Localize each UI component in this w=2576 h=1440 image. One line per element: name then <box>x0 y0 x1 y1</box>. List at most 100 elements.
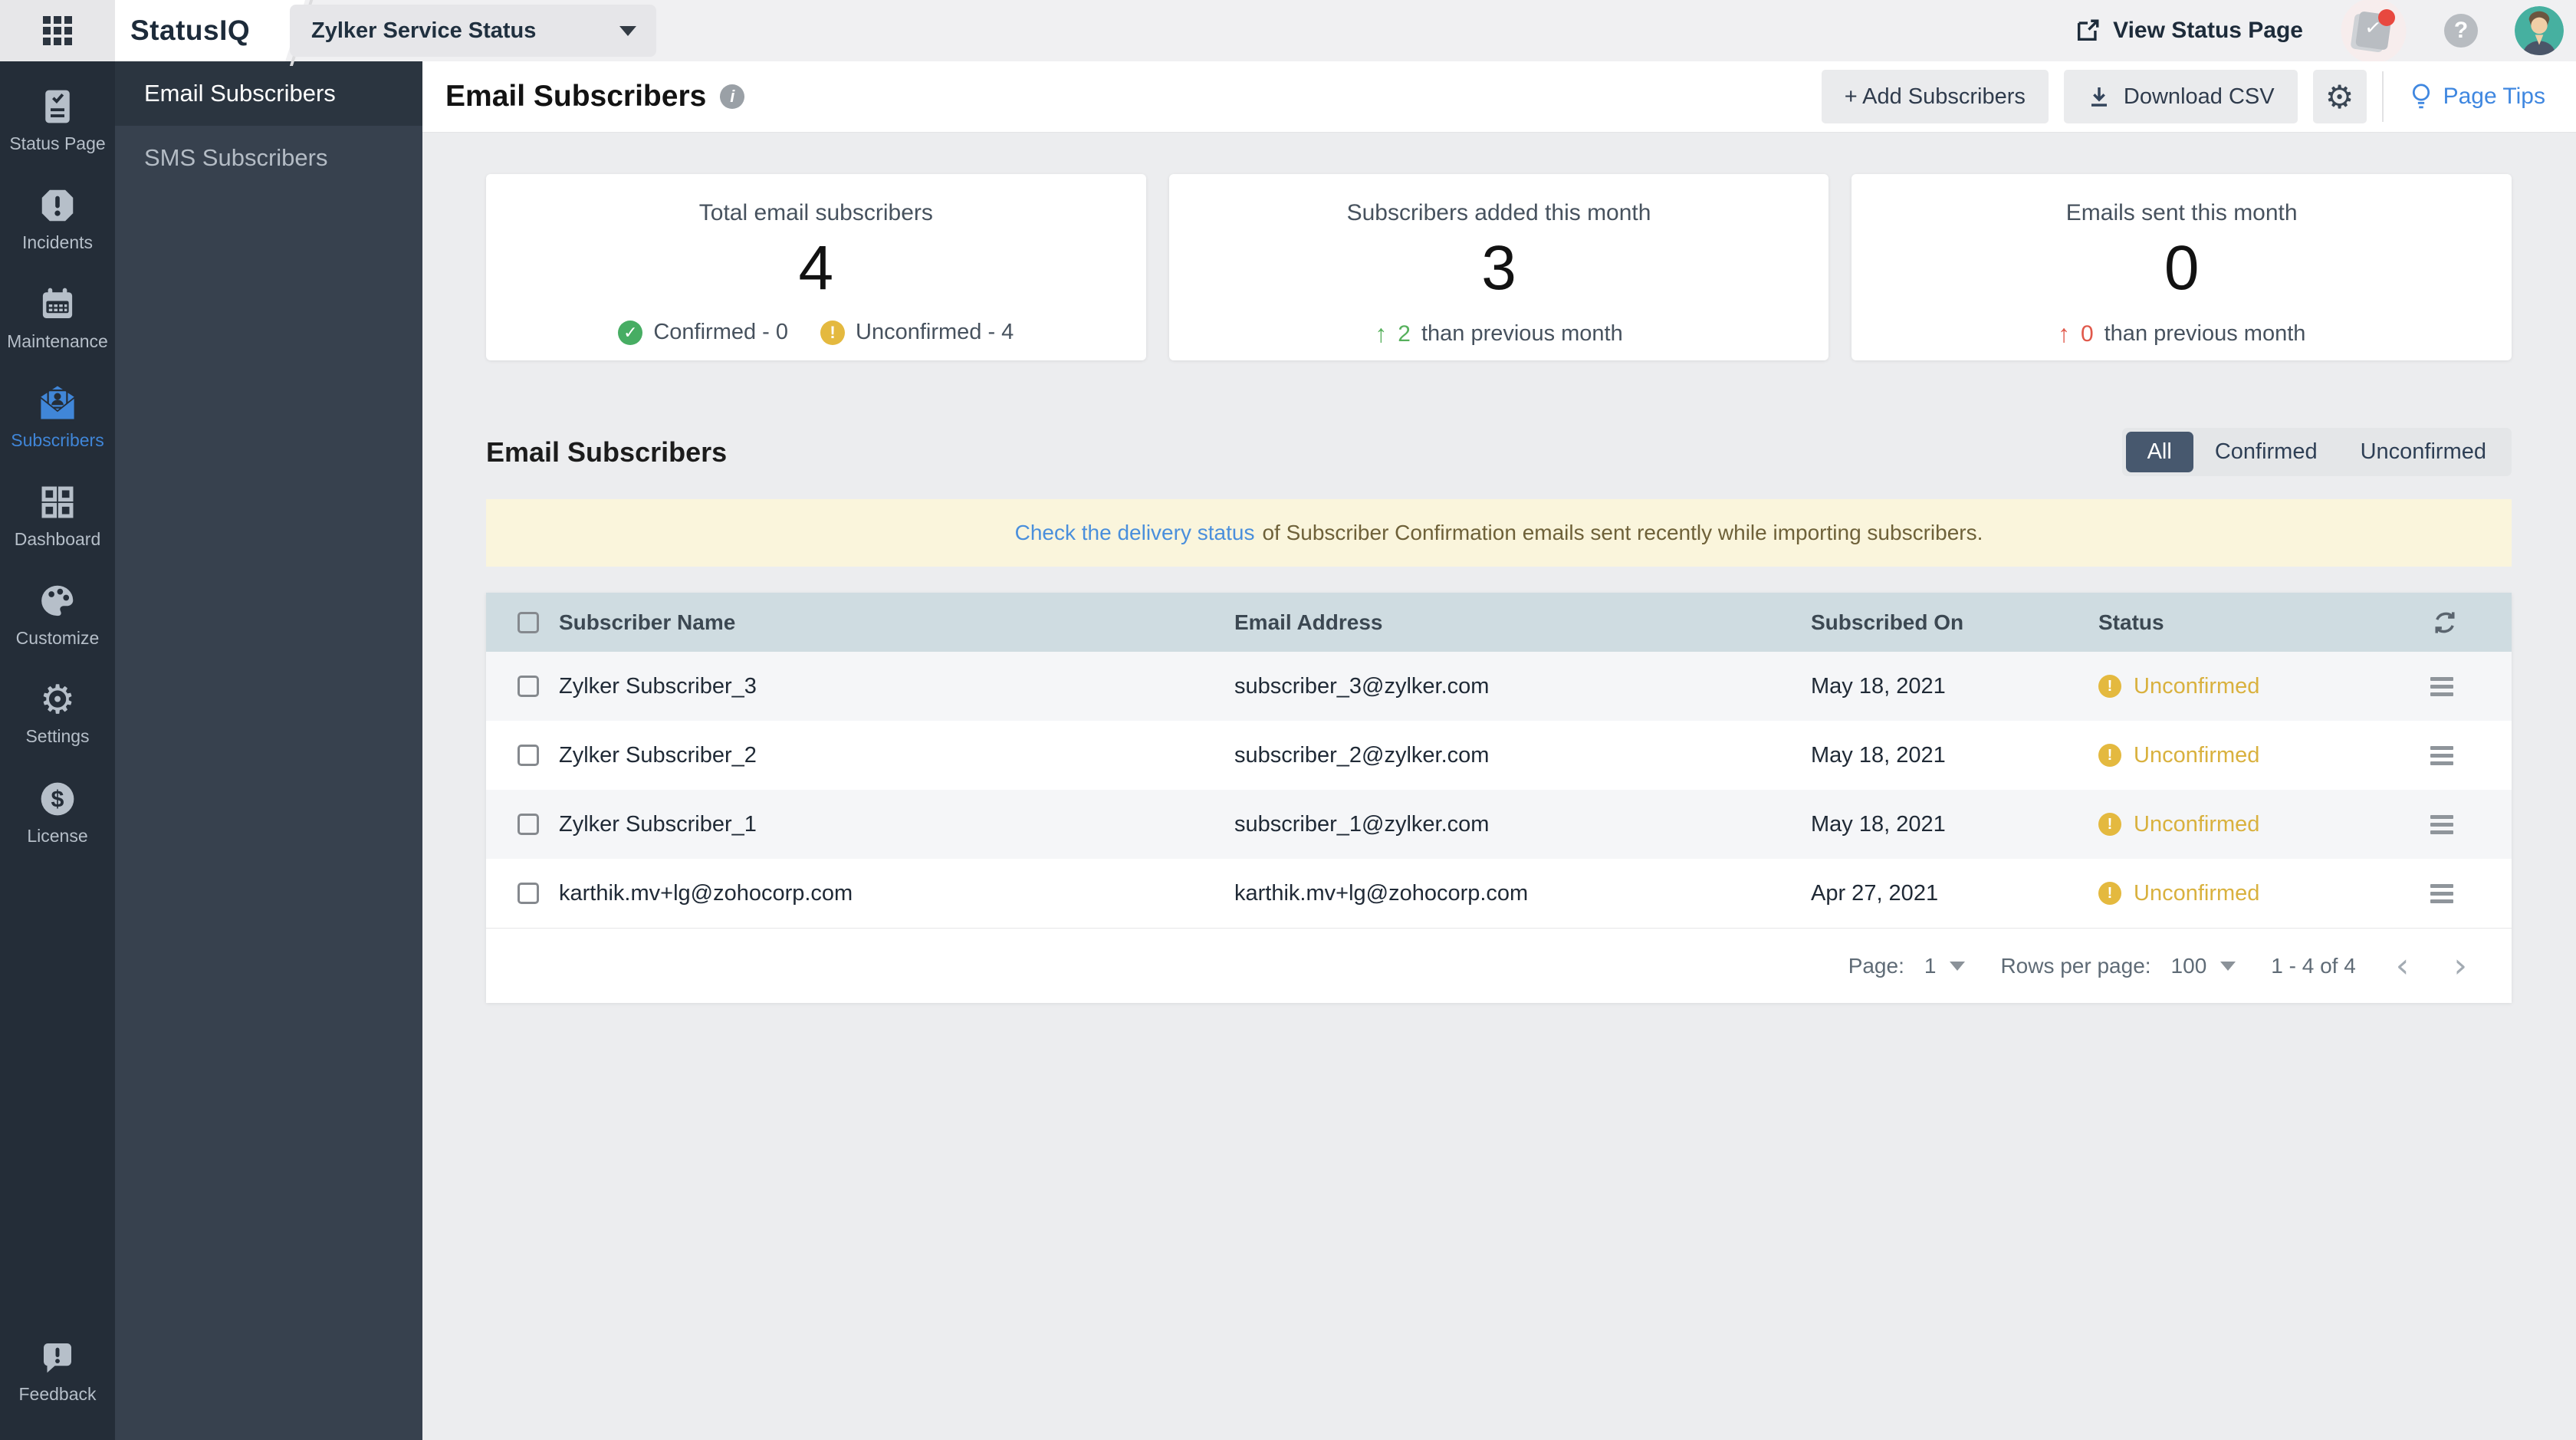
download-csv-label: Download CSV <box>2123 84 2275 109</box>
chevron-down-icon <box>619 25 636 36</box>
banner-text: of Subscriber Confirmation emails sent r… <box>1262 521 1983 544</box>
settings-icon: ⚙ <box>39 677 76 723</box>
status-badge: ! Unconfirmed <box>2098 812 2259 837</box>
sidebar-item-label: Feedback <box>18 1384 97 1404</box>
card-emails-sent: Emails sent this month 0 ↑ 0 than previo… <box>1852 174 2512 360</box>
warning-circle-icon: ! <box>820 320 846 345</box>
top-bar: StatusIQ Zylker Service Status View Stat… <box>0 0 2576 66</box>
confirmed-label: Confirmed - 0 <box>653 320 789 344</box>
status-page-selector-value: Zylker Service Status <box>311 18 537 43</box>
column-subscriber-name: Subscriber Name <box>559 610 736 634</box>
subnav-item-email-subscribers[interactable]: Email Subscribers <box>115 61 422 126</box>
card-title: Total email subscribers <box>698 200 933 225</box>
apps-menu-button[interactable] <box>0 0 115 61</box>
external-link-icon <box>2078 19 2099 41</box>
card-footer: ↑ 0 than previous month <box>1852 320 2512 348</box>
subscribed-on: May 18, 2021 <box>1811 742 1946 768</box>
status-filter: All Confirmed Unconfirmed <box>2121 428 2512 476</box>
filter-unconfirmed[interactable]: Unconfirmed <box>2339 432 2508 472</box>
row-checkbox[interactable] <box>518 676 539 697</box>
sidebar-item-subscribers[interactable]: Subscribers <box>0 367 115 466</box>
view-status-page-link[interactable]: View Status Page <box>2075 18 2303 44</box>
sidebar-item-maintenance[interactable]: Maintenance <box>0 268 115 367</box>
avatar-illustration <box>2515 6 2564 55</box>
row-menu-button[interactable] <box>2430 676 2453 696</box>
status-badge: ! Unconfirmed <box>2098 743 2259 768</box>
customize-icon <box>41 585 74 616</box>
row-checkbox[interactable] <box>518 745 539 766</box>
subscriber-name: Zylker Subscriber_2 <box>559 742 757 768</box>
license-icon: $ <box>41 782 74 816</box>
subnav-item-sms-subscribers[interactable]: SMS Subscribers <box>115 126 422 190</box>
check-delivery-status-link[interactable]: Check the delivery status <box>1015 521 1255 545</box>
brand-segment: StatusIQ <box>115 0 305 61</box>
status-badge: ! Unconfirmed <box>2098 674 2259 699</box>
delta-value: 0 <box>2080 321 2094 347</box>
previous-page-button[interactable]: ‹ <box>2391 948 2414 983</box>
card-title: Subscribers added this month <box>1346 200 1651 225</box>
download-csv-button[interactable]: Download CSV <box>2063 70 2298 123</box>
page-value: 1 <box>1924 953 1937 978</box>
row-checkbox[interactable] <box>518 814 539 835</box>
sidebar-item-status-page[interactable]: Status Page <box>0 71 115 169</box>
next-page-button[interactable]: › <box>2449 948 2472 983</box>
sidebar-item-settings[interactable]: ⚙ Settings <box>0 664 115 763</box>
settings-button[interactable]: ⚙ <box>2312 70 2367 123</box>
row-menu-button[interactable] <box>2430 745 2453 765</box>
arrow-up-icon: ↑ <box>1375 320 1388 347</box>
rows-per-page-select[interactable]: 100 <box>2171 954 2236 978</box>
status-label: Unconfirmed <box>2134 811 2260 837</box>
card-footer: ✓ Confirmed - 0 ! Unconfirmed - 4 <box>486 320 1146 345</box>
warning-circle-icon: ! <box>2098 882 2121 905</box>
row-menu-button[interactable] <box>2430 883 2453 903</box>
sidebar-item-license[interactable]: $ License <box>0 763 115 862</box>
table-row: Zylker Subscriber_3 subscriber_3@zylker.… <box>486 652 2512 721</box>
subscribed-on: May 18, 2021 <box>1811 811 1946 837</box>
sidebar-item-dashboard[interactable]: Dashboard <box>0 466 115 565</box>
svg-text:$: $ <box>51 787 64 812</box>
page-select[interactable]: 1 <box>1924 954 1966 978</box>
sidebar-item-label: Incidents <box>21 232 94 252</box>
help-button[interactable]: ? <box>2444 14 2478 48</box>
status-label: Unconfirmed <box>2134 742 2260 768</box>
notifications-button[interactable] <box>2340 0 2407 61</box>
table-header-row: Subscriber Name Email Address Subscribed… <box>486 593 2512 652</box>
pagination-bar: Page: 1 Rows per page: 100 1 - 4 of 4 ‹ … <box>486 928 2512 1003</box>
add-subscribers-button[interactable]: + Add Subscribers <box>1821 70 2049 123</box>
rows-per-page-value: 100 <box>2170 953 2207 978</box>
row-checkbox[interactable] <box>518 883 539 904</box>
delivery-status-banner: Check the delivery status of Subscriber … <box>486 499 2512 567</box>
info-icon[interactable]: i <box>720 84 745 109</box>
sidebar-rail: Status Page Incidents Maintenance Subscr… <box>0 61 115 1440</box>
delta-suffix: than previous month <box>2104 321 2306 346</box>
sidebar-item-incidents[interactable]: Incidents <box>0 169 115 268</box>
subscriber-email: karthik.mv+lg@zohocorp.com <box>1234 880 1529 906</box>
dashboard-icon <box>41 486 74 518</box>
card-footer: ↑ 2 than previous month <box>1169 320 1829 348</box>
unconfirmed-count: ! Unconfirmed - 4 <box>820 320 1014 345</box>
row-menu-button[interactable] <box>2430 814 2453 834</box>
column-email-address: Email Address <box>1234 610 1383 634</box>
delta-suffix: than previous month <box>1421 321 1623 346</box>
header-divider <box>2381 71 2384 122</box>
sidebar-item-customize[interactable]: Customize <box>0 565 115 664</box>
filter-all[interactable]: All <box>2125 432 2193 472</box>
sidebar-item-feedback[interactable]: Feedback <box>0 1321 115 1420</box>
filter-confirmed[interactable]: Confirmed <box>2193 432 2339 472</box>
warning-circle-icon: ! <box>2098 744 2121 767</box>
download-icon <box>2091 87 2107 107</box>
refresh-button[interactable] <box>2430 608 2459 637</box>
sidebar-item-label: License <box>27 826 88 846</box>
sidebar-item-label: Dashboard <box>14 529 101 549</box>
sidebar-item-label: Maintenance <box>7 331 108 351</box>
page-tips-button[interactable]: Page Tips <box>2399 83 2556 110</box>
select-all-checkbox[interactable] <box>518 611 539 633</box>
status-badge: ! Unconfirmed <box>2098 881 2259 906</box>
page-title: Email Subscribers <box>445 80 707 113</box>
status-page-selector[interactable]: Zylker Service Status <box>290 5 656 57</box>
subscribers-icon <box>39 386 76 421</box>
user-avatar[interactable] <box>2515 6 2564 55</box>
subscriber-email: subscriber_3@zylker.com <box>1234 673 1490 699</box>
subscriber-name: Zylker Subscriber_1 <box>559 811 757 837</box>
unconfirmed-label: Unconfirmed - 4 <box>856 320 1014 344</box>
